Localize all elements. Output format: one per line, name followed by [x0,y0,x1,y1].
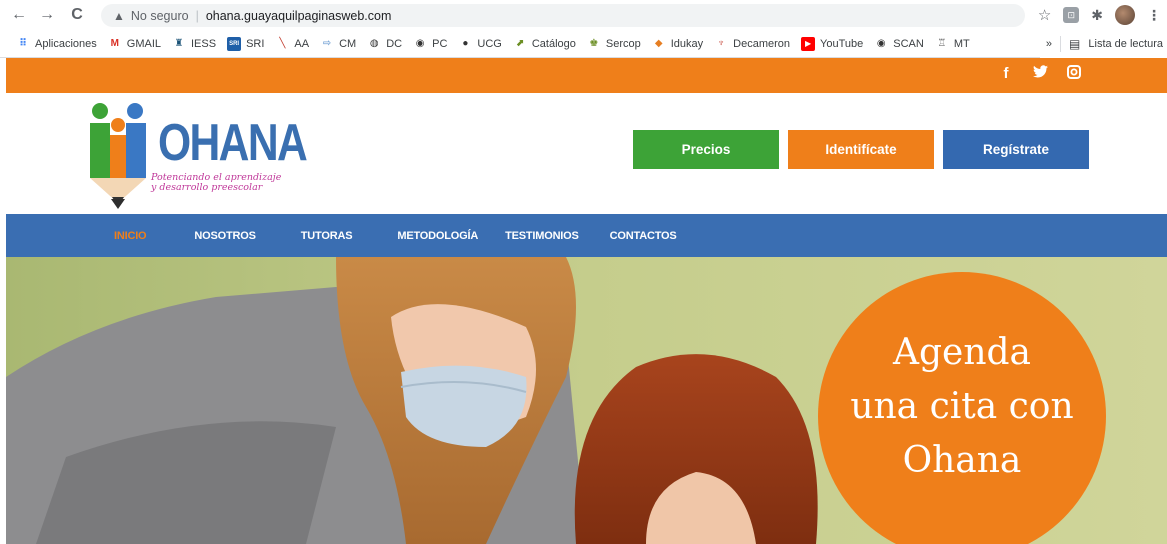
bookmark-label: DC [386,37,403,50]
main-menu: INICIO NOSOTROS TUTORAS METODOLOGÍA TEST… [6,214,1167,257]
ucg-icon: ● [462,38,469,49]
reading-list-icon[interactable]: ▤ [1069,37,1080,51]
appointment-circle[interactable]: Agenda una cita con Ohana [818,272,1106,544]
facebook-icon[interactable]: f [998,65,1014,83]
top-orange-bar: f [6,58,1167,93]
bookmark-label: CM [339,37,357,50]
security-label[interactable]: No seguro [131,9,189,23]
appointment-text: Agenda una cita con Ohana [850,326,1073,488]
back-icon[interactable]: ← [8,4,30,26]
bookmark-label: PC [432,37,448,50]
bookmark-star-icon[interactable]: ☆ [1038,6,1051,24]
bookmark-youtube[interactable]: ▶ YouTube [801,36,864,51]
appointment-line1: Agenda [892,332,1032,373]
twitter-icon[interactable] [1032,65,1048,83]
bookmarks-divider [1060,36,1062,52]
bookmark-sercop[interactable]: ♚ Sercop [587,37,641,51]
bookmark-label: UCG [477,37,502,50]
hero-banner: Agenda una cita con Ohana [6,257,1167,544]
bookmark-label: Decameron [733,37,791,50]
bookmarks-bar-right: » ▤ Lista de lectura [1039,30,1167,58]
bookmark-label: Catálogo [531,37,576,50]
bookmark-label: SRI [246,37,265,50]
url-text[interactable]: ohana.guayaquilpaginasweb.com [206,9,392,23]
bookmark-gmail[interactable]: M GMAIL [108,37,161,51]
logo-figures-graphic [90,103,146,211]
menu-item-testimonios[interactable]: TESTIMONIOS [505,230,579,242]
decameron-icon: ♆ [717,38,725,49]
cm-icon: ⇨ [322,38,332,49]
bookmark-label: Aplicaciones [35,37,97,50]
bookmark-aplicaciones[interactable]: ⠿ Aplicaciones [16,37,97,51]
bookmark-idukay[interactable]: ◆ Idukay [652,37,703,51]
logo-tagline-line2: y desarrollo preescolar [151,182,263,193]
puzzle-icon[interactable]: ✱ [1091,7,1103,24]
bookmark-sri[interactable]: SRI SRI [227,36,265,51]
idukay-icon: ◆ [654,38,663,49]
bookmark-aa[interactable]: ╲ AA [275,37,309,51]
bookmark-cat-logo[interactable]: ⬈ Catálogo [513,37,576,51]
iess-icon: ♜ [174,38,184,49]
youtube-icon: ▶ [801,36,816,51]
bookmark-ucg[interactable]: ● UCG [458,37,501,51]
aa-icon: ╲ [279,38,286,49]
bookmark-label: GMAIL [126,37,161,50]
bookmark-label: AA [294,37,310,50]
reload-icon[interactable]: C [66,4,88,26]
website: f OHANA Potenciando el aprendizaje y des… [0,58,1167,544]
identificate-button[interactable]: Identifícate [788,130,934,169]
logo-wordmark: OHANA [158,114,308,172]
browser-toolbar: ← → C ▲ No seguro | ohana.guayaquilpagin… [0,0,1167,30]
bookmark-mt[interactable]: ♖ MT [935,37,970,51]
apps-grid-icon: ⠿ [19,38,27,49]
registrate-button[interactable]: Regístrate [943,130,1089,169]
reading-list-button[interactable]: Lista de lectura [1088,38,1163,50]
bookmark-label: SCAN [893,37,924,50]
appointment-line2: una cita con [850,386,1074,427]
bookmark-label: YouTube [820,37,864,50]
precios-button[interactable]: Precios [633,130,779,169]
bookmark-label: MT [953,37,970,50]
more-bookmarks-button[interactable]: » [1046,38,1052,50]
extension-icon[interactable]: ⊡ [1063,7,1080,23]
dc-icon: ◍ [369,38,379,49]
address-separator: | [195,8,199,23]
mt-icon: ♖ [937,38,947,49]
globe-icon: ◉ [876,38,886,49]
menu-item-metodologia[interactable]: METODOLOGÍA [397,230,478,242]
menu-dots-icon[interactable]: ⋮ [1147,7,1161,24]
address-bar[interactable]: ▲ No seguro | ohana.guayaquilpaginasweb.… [101,4,1025,27]
appointment-line3: Ohana [902,440,1022,481]
social-links: f [998,65,1082,83]
menu-item-tutoras[interactable]: TUTORAS [301,230,353,242]
bookmark-label: IESS [191,37,217,50]
gmail-icon: M [110,38,119,49]
catalogo-icon: ⬈ [515,38,525,49]
menu-item-nosotros[interactable]: NOSOTROS [194,230,256,242]
instagram-icon[interactable] [1066,65,1082,83]
ohana-logo[interactable]: OHANA Potenciando el aprendizaje y desar… [88,99,308,214]
profile-avatar[interactable] [1115,5,1135,25]
bookmark-dc[interactable]: ◍ DC [367,37,402,51]
bookmark-pc[interactable]: ◉ PC [413,37,448,51]
bookmark-scan[interactable]: ◉ SCAN [874,37,924,51]
bookmark-label: Sercop [605,37,641,50]
globe-icon: ◉ [415,38,425,49]
bookmark-cm[interactable]: ⇨ CM [320,37,356,51]
site-header: OHANA Potenciando el aprendizaje y desar… [6,93,1167,214]
browser-actions: ☆ ⊡ ✱ ⋮ [1038,2,1167,28]
bookmarks-bar: ⠿ Aplicaciones M GMAIL ♜ IESS SRI SRI ╲ AA ⇨ CM ◍ DC ◉… [0,30,1167,58]
warning-icon[interactable]: ▲ [113,9,125,23]
bookmark-label: Idukay [670,37,704,50]
logo-tagline: Potenciando el aprendizaje y desarrollo … [151,173,281,193]
menu-item-contactos[interactable]: CONTACTOS [610,230,677,242]
forward-icon[interactable]: → [36,4,58,26]
bookmark-decameron[interactable]: ♆ Decameron [714,37,790,51]
bookmark-iess[interactable]: ♜ IESS [172,37,217,51]
sercop-icon: ♚ [589,38,599,49]
menu-item-inicio[interactable]: INICIO [114,230,147,242]
sri-icon: SRI [227,36,242,51]
